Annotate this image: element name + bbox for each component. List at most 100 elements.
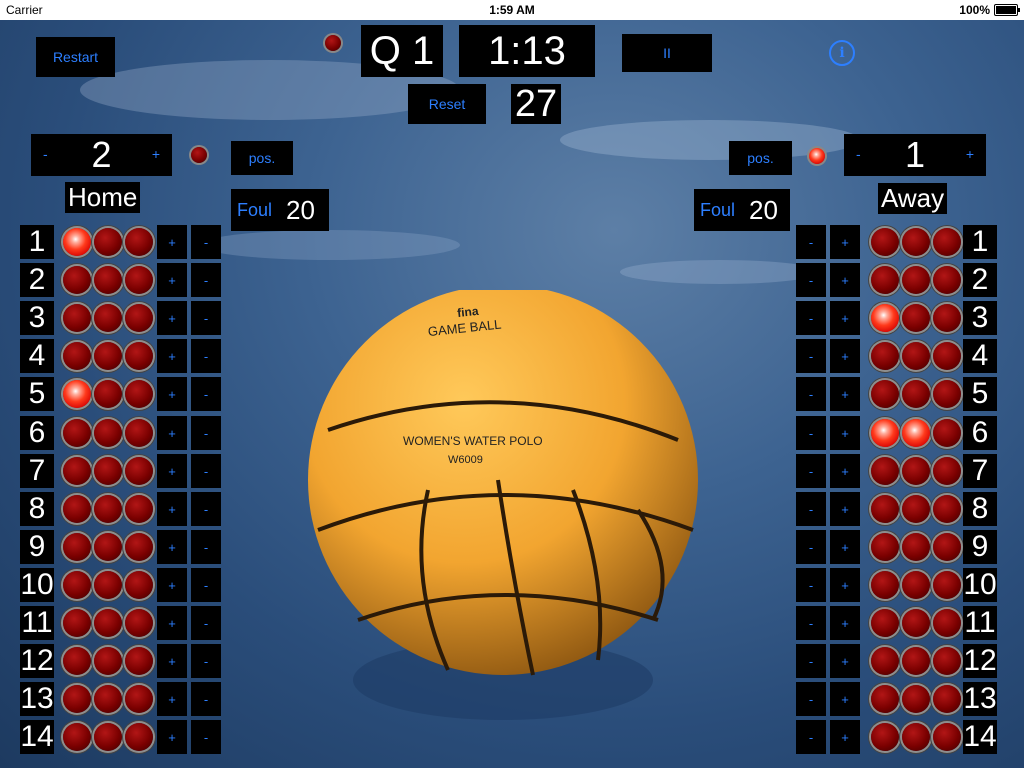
home-exclusion-light[interactable]	[63, 457, 91, 485]
home-exclusion-light[interactable]	[63, 723, 91, 751]
away-exclusion-light[interactable]	[902, 571, 930, 599]
home-exclusion-light[interactable]	[63, 495, 91, 523]
home-exclusion-minus-button[interactable]: -	[191, 416, 221, 450]
home-exclusion-light[interactable]	[125, 380, 153, 408]
away-exclusion-plus-button[interactable]: +	[830, 225, 860, 259]
away-exclusion-minus-button[interactable]: -	[796, 492, 826, 526]
home-exclusion-plus-button[interactable]: +	[157, 416, 187, 450]
away-exclusion-light[interactable]	[871, 533, 899, 561]
away-exclusion-minus-button[interactable]: -	[796, 644, 826, 678]
home-exclusion-plus-button[interactable]: +	[157, 492, 187, 526]
away-exclusion-plus-button[interactable]: +	[830, 682, 860, 716]
info-icon[interactable]: i	[829, 40, 855, 66]
home-exclusion-plus-button[interactable]: +	[157, 339, 187, 373]
away-exclusion-light[interactable]	[902, 419, 930, 447]
away-exclusion-minus-button[interactable]: -	[796, 377, 826, 411]
away-exclusion-plus-button[interactable]: +	[830, 720, 860, 754]
away-exclusion-light[interactable]	[933, 304, 961, 332]
home-exclusion-plus-button[interactable]: +	[157, 225, 187, 259]
home-exclusion-plus-button[interactable]: +	[157, 606, 187, 640]
away-score-plus-button[interactable]: +	[966, 146, 974, 162]
away-exclusion-light[interactable]	[871, 495, 899, 523]
home-exclusion-plus-button[interactable]: +	[157, 377, 187, 411]
home-exclusion-light[interactable]	[94, 419, 122, 447]
home-exclusion-light[interactable]	[63, 609, 91, 637]
away-exclusion-minus-button[interactable]: -	[796, 606, 826, 640]
home-exclusion-light[interactable]	[125, 609, 153, 637]
away-exclusion-light[interactable]	[933, 533, 961, 561]
away-exclusion-light[interactable]	[933, 571, 961, 599]
home-exclusion-light[interactable]	[94, 457, 122, 485]
away-exclusion-plus-button[interactable]: +	[830, 492, 860, 526]
home-exclusion-light[interactable]	[125, 571, 153, 599]
away-exclusion-light[interactable]	[933, 342, 961, 370]
away-exclusion-light[interactable]	[902, 723, 930, 751]
away-exclusion-plus-button[interactable]: +	[830, 301, 860, 335]
away-exclusion-minus-button[interactable]: -	[796, 454, 826, 488]
away-exclusion-light[interactable]	[933, 380, 961, 408]
home-exclusion-light[interactable]	[125, 304, 153, 332]
away-exclusion-light[interactable]	[871, 304, 899, 332]
home-score-minus-button[interactable]: -	[43, 146, 48, 162]
away-exclusion-minus-button[interactable]: -	[796, 301, 826, 335]
home-exclusion-plus-button[interactable]: +	[157, 682, 187, 716]
away-exclusion-light[interactable]	[902, 647, 930, 675]
away-exclusion-light[interactable]	[902, 228, 930, 256]
away-exclusion-minus-button[interactable]: -	[796, 225, 826, 259]
away-exclusion-plus-button[interactable]: +	[830, 530, 860, 564]
away-exclusion-light[interactable]	[933, 647, 961, 675]
away-exclusion-minus-button[interactable]: -	[796, 416, 826, 450]
away-exclusion-plus-button[interactable]: +	[830, 263, 860, 297]
home-exclusion-plus-button[interactable]: +	[157, 720, 187, 754]
away-exclusion-plus-button[interactable]: +	[830, 454, 860, 488]
away-exclusion-plus-button[interactable]: +	[830, 568, 860, 602]
home-exclusion-light[interactable]	[94, 266, 122, 294]
home-exclusion-light[interactable]	[94, 342, 122, 370]
home-exclusion-light[interactable]	[63, 647, 91, 675]
home-exclusion-light[interactable]	[63, 533, 91, 561]
away-exclusion-minus-button[interactable]: -	[796, 682, 826, 716]
home-exclusion-light[interactable]	[94, 304, 122, 332]
restart-button[interactable]: Restart	[36, 37, 115, 77]
home-exclusion-minus-button[interactable]: -	[191, 454, 221, 488]
home-exclusion-light[interactable]	[63, 571, 91, 599]
home-exclusion-plus-button[interactable]: +	[157, 644, 187, 678]
away-exclusion-light[interactable]	[871, 228, 899, 256]
home-exclusion-light[interactable]	[125, 266, 153, 294]
away-exclusion-light[interactable]	[933, 495, 961, 523]
away-exclusion-light[interactable]	[933, 609, 961, 637]
away-exclusion-light[interactable]	[933, 419, 961, 447]
home-exclusion-light[interactable]	[63, 342, 91, 370]
home-exclusion-light[interactable]	[63, 685, 91, 713]
pause-button[interactable]: II	[622, 34, 712, 72]
home-exclusion-minus-button[interactable]: -	[191, 492, 221, 526]
home-exclusion-minus-button[interactable]: -	[191, 530, 221, 564]
away-exclusion-light[interactable]	[871, 266, 899, 294]
home-exclusion-light[interactable]	[63, 304, 91, 332]
away-exclusion-light[interactable]	[871, 647, 899, 675]
home-exclusion-minus-button[interactable]: -	[191, 301, 221, 335]
home-exclusion-minus-button[interactable]: -	[191, 339, 221, 373]
away-exclusion-light[interactable]	[871, 685, 899, 713]
home-exclusion-light[interactable]	[63, 419, 91, 447]
away-exclusion-light[interactable]	[871, 380, 899, 408]
home-exclusion-minus-button[interactable]: -	[191, 263, 221, 297]
home-exclusion-light[interactable]	[125, 228, 153, 256]
home-exclusion-light[interactable]	[94, 495, 122, 523]
away-exclusion-light[interactable]	[933, 266, 961, 294]
home-exclusion-plus-button[interactable]: +	[157, 263, 187, 297]
home-exclusion-light[interactable]	[94, 647, 122, 675]
away-exclusion-light[interactable]	[871, 609, 899, 637]
home-exclusion-light[interactable]	[94, 609, 122, 637]
away-exclusion-minus-button[interactable]: -	[796, 720, 826, 754]
home-exclusion-minus-button[interactable]: -	[191, 606, 221, 640]
away-exclusion-light[interactable]	[902, 495, 930, 523]
away-exclusion-light[interactable]	[902, 685, 930, 713]
home-exclusion-minus-button[interactable]: -	[191, 644, 221, 678]
away-exclusion-minus-button[interactable]: -	[796, 263, 826, 297]
home-exclusion-light[interactable]	[125, 342, 153, 370]
away-exclusion-light[interactable]	[902, 533, 930, 561]
home-exclusion-minus-button[interactable]: -	[191, 720, 221, 754]
home-exclusion-minus-button[interactable]: -	[191, 682, 221, 716]
home-exclusion-light[interactable]	[125, 457, 153, 485]
